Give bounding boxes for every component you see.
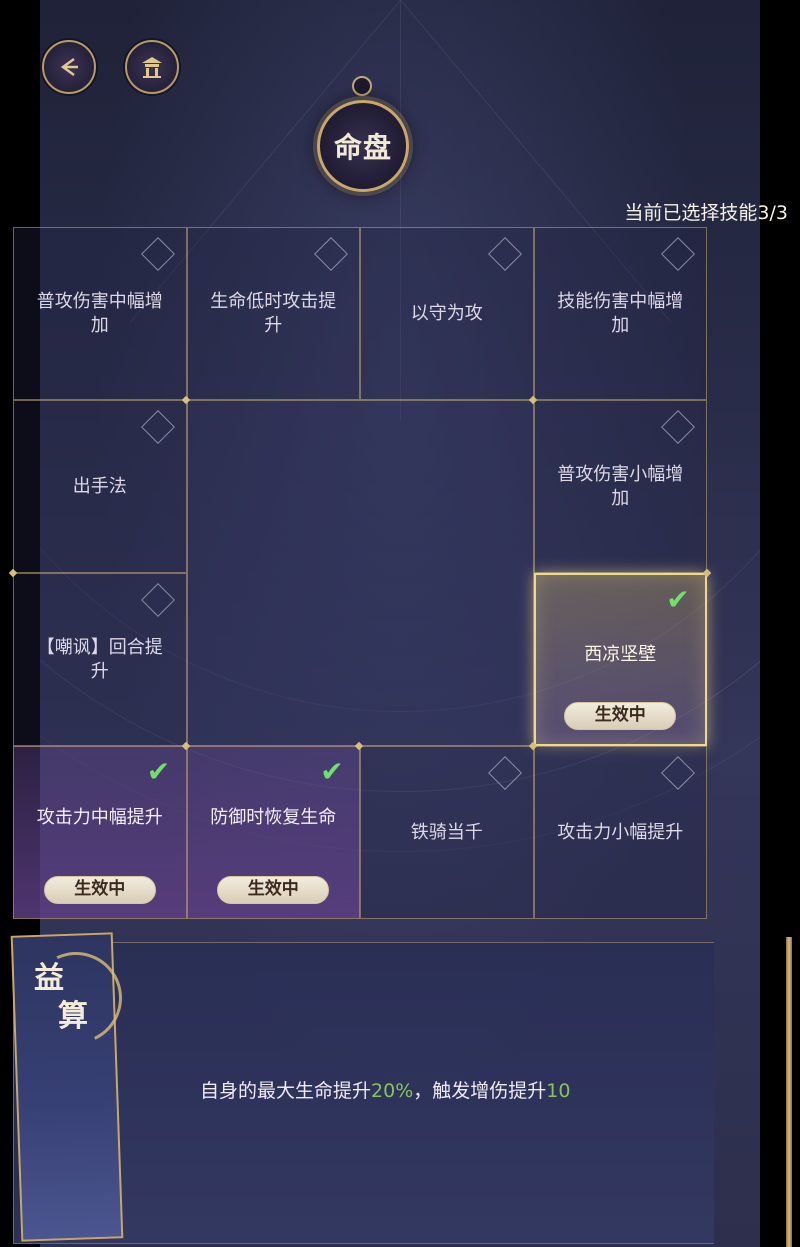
skill-cell[interactable]: 【嘲讽】回合提升 [13,573,187,746]
skill-cell-selected[interactable]: ✔ 西凉坚壁 生效中 [533,573,707,746]
active-badge: 生效中 [217,876,330,904]
empty-slot-icon [140,237,175,271]
active-badge: 生效中 [43,876,156,904]
active-badge: 生效中 [564,702,677,730]
skill-label: 普攻伤害小幅增加 [557,463,684,509]
tag-title: 益 算 [26,960,106,1036]
skill-label: 攻击力小幅提升 [557,821,684,843]
skill-label: 生命低时攻击提升 [210,290,337,336]
skill-cell[interactable]: 技能伤害中幅增加 [533,227,707,400]
skill-cell-selected[interactable]: ✔ 攻击力中幅提升 生效中 [13,746,187,919]
desc-text: 自身的最大生命提升 [200,1080,372,1102]
skill-cell[interactable]: 以守为攻 [360,227,534,400]
skill-label: 普攻伤害中幅增加 [36,290,163,336]
skill-label: 防御时恢复生命 [210,806,337,828]
desc-value: 20% [371,1080,414,1102]
pavilion-icon [142,57,162,78]
empty-slot-icon [140,583,175,617]
skill-cell[interactable]: 普攻伤害中幅增加 [13,227,187,400]
skill-count: 当前已选择技能3/3 [624,202,788,224]
skill-cell[interactable]: 普攻伤害小幅增加 [533,400,707,573]
check-icon: ✔ [320,755,344,788]
tag-title-char: 益 [34,961,64,996]
skill-label: 西凉坚壁 [584,643,657,665]
skill-grid: 普攻伤害中幅增加 生命低时攻击提升 以守为攻 技能伤害中幅增加 出手法 普攻伤害… [8,227,712,919]
grid-center [186,400,534,746]
skill-cell[interactable]: 铁骑当千 [360,746,534,919]
empty-slot-icon [314,237,348,271]
skill-label: 以守为攻 [410,302,483,324]
skill-label: 技能伤害中幅增加 [557,290,684,336]
skill-cell[interactable]: 攻击力小幅提升 [533,746,707,919]
skill-label: 出手法 [72,475,127,497]
skill-cell[interactable]: 出手法 [13,400,187,573]
tag-title-char: 算 [58,999,88,1034]
page-title-badge: 命盘 [317,100,409,192]
skill-cell[interactable]: 生命低时攻击提升 [186,227,360,400]
empty-slot-icon [140,410,175,444]
effect-description: 自身的最大生命提升20%，触发增伤提升10 [200,1076,570,1103]
home-button[interactable] [125,40,179,94]
desc-text: ，触发增伤提升 [413,1080,547,1102]
page-title: 命盘 [333,131,392,164]
back-arrow-icon [60,57,78,77]
skill-cell-selected[interactable]: ✔ 防御时恢复生命 生效中 [186,746,360,919]
empty-slot-icon [661,756,695,790]
empty-slot-icon [661,410,695,444]
skill-label: 攻击力中幅提升 [36,806,163,828]
skill-label: 【嘲讽】回合提升 [36,636,163,682]
empty-slot-icon [487,756,522,790]
empty-slot-icon [487,237,522,271]
skill-label: 铁骑当千 [410,821,483,843]
check-icon: ✔ [146,755,171,788]
check-icon: ✔ [666,583,690,616]
title-gem-icon [352,76,372,96]
panel-scroll-rod [786,937,792,1247]
empty-slot-icon [661,237,695,271]
desc-value: 10 [546,1080,571,1102]
back-button[interactable] [42,40,96,94]
